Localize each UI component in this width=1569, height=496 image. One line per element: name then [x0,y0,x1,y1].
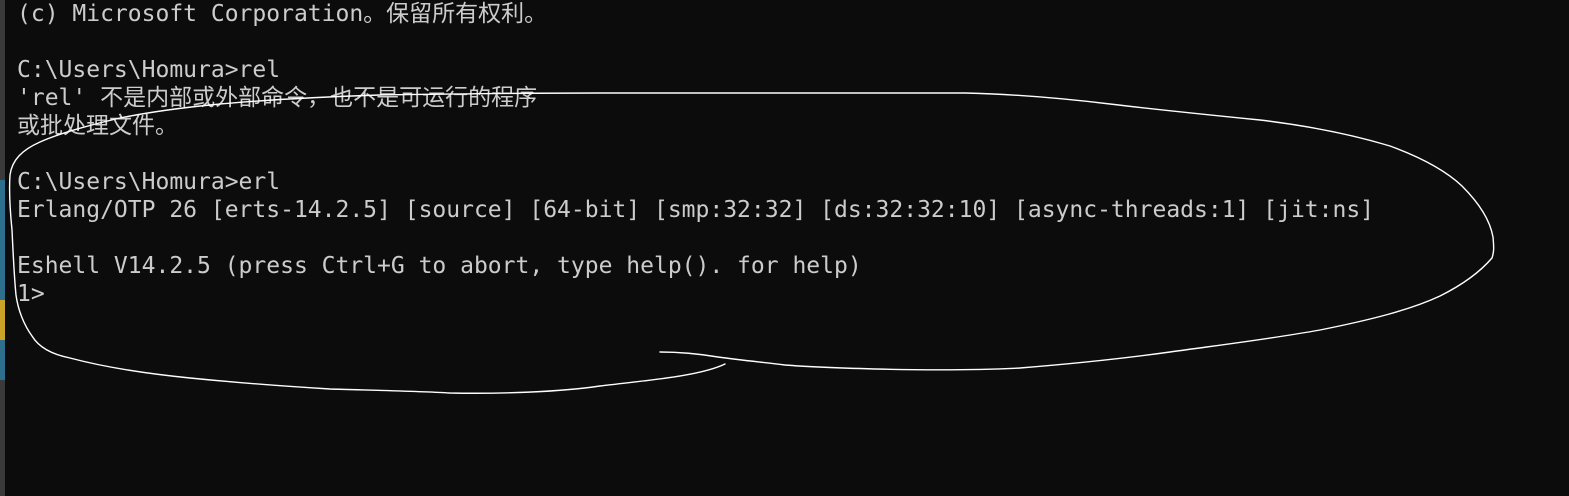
terminal-line-prompt-rel: C:\Users\Homura>rel [17,57,281,83]
window-left-edge [0,0,5,496]
terminal-line-eshell-banner: Eshell V14.2.5 (press Ctrl+G to abort, t… [17,253,862,279]
terminal-window[interactable]: (c) Microsoft Corporation。保留所有权利。 C:\Use… [0,0,1569,496]
terminal-line-copyright: (c) Microsoft Corporation。保留所有权利。 [17,1,548,27]
terminal-line-prompt-erl: C:\Users\Homura>erl [17,169,281,195]
terminal-line-erlang-version: Erlang/OTP 26 [erts-14.2.5] [source] [64… [17,197,1375,223]
terminal-output[interactable]: (c) Microsoft Corporation。保留所有权利。 C:\Use… [17,0,1557,308]
terminal-line-eshell-prompt[interactable]: 1> [17,280,1557,308]
terminal-line-error: 'rel' 不是内部或外部命令，也不是可运行的程序 [17,85,538,111]
terminal-line-error-cont: 或批处理文件。 [17,113,178,139]
